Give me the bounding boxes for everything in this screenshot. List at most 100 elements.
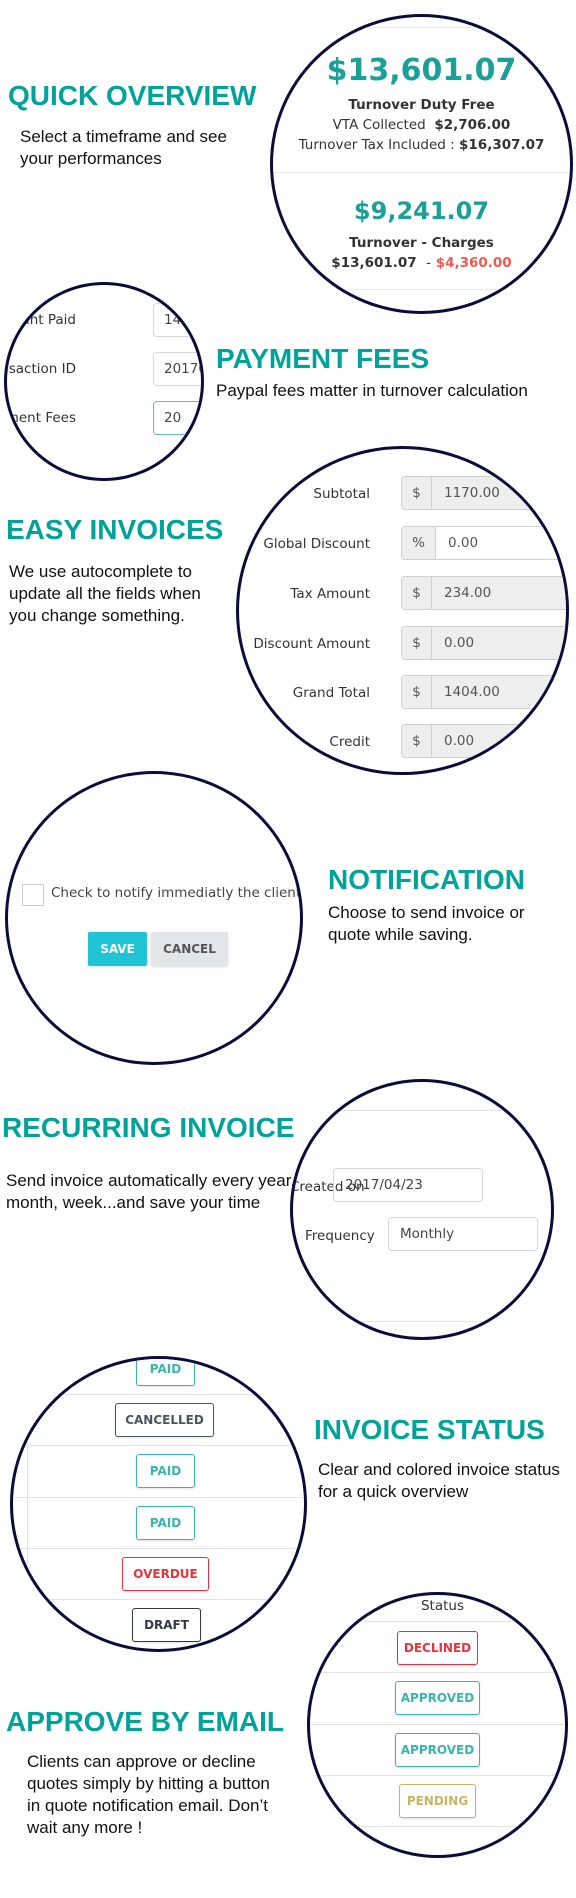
- row-divider: [310, 1621, 565, 1622]
- tax-included-row: Turnover Tax Included : $16,307.07: [273, 137, 570, 153]
- net-separator: -: [426, 255, 431, 271]
- created-on-input[interactable]: 2017/04/23: [333, 1168, 483, 1202]
- turnover-label: Turnover Duty Free: [273, 97, 570, 113]
- tax-included-label: Turnover Tax Included :: [298, 137, 455, 153]
- grand-total-value: 1404.00: [432, 676, 566, 708]
- global-discount-label: Global Discount: [263, 536, 370, 552]
- status-badge-paid: PAID: [136, 1454, 195, 1488]
- status-badge-cancelled: CANCELLED: [115, 1403, 214, 1437]
- row-divider: [310, 1672, 565, 1673]
- subtotal-label: Subtotal: [313, 486, 370, 502]
- divider: [273, 27, 570, 28]
- credit-field[interactable]: $ 0.00: [401, 724, 566, 758]
- discount-amount-value: 0.00: [432, 627, 566, 659]
- overview-description: Select a timeframe and see your performa…: [20, 127, 227, 168]
- invoice-status-description: Clear and colored invoice status for a q…: [318, 1460, 560, 1501]
- row-divider: [310, 1775, 565, 1776]
- net-amount: $9,241.07: [353, 197, 490, 225]
- invoices-zoom-circle: Subtotal $ 1170.00 Global Discount % 0.0…: [236, 446, 569, 775]
- frequency-select[interactable]: Monthly: [388, 1217, 538, 1251]
- notification-description: Choose to send invoice or quote while sa…: [328, 903, 525, 944]
- status-badge-overdue: OVERDUE: [122, 1557, 209, 1591]
- row-divider: [13, 1548, 304, 1549]
- discount-amount-field[interactable]: $ 0.00: [401, 626, 566, 660]
- net-breakdown: $13,601.07 - $4,360.00: [273, 255, 570, 271]
- turnover-amount: $13,601.07: [326, 53, 517, 88]
- notify-checkbox-label: Check to notify immediatly the client.: [51, 885, 303, 901]
- save-button[interactable]: SAVE: [88, 932, 147, 966]
- invoices-description: We use autocomplete to update all the fi…: [9, 562, 201, 625]
- transaction-id-input[interactable]: 20170423: [153, 352, 201, 386]
- divider: [273, 289, 570, 290]
- frequency-label: Frequency: [305, 1228, 375, 1244]
- status-badge-pending: PENDING: [399, 1784, 476, 1818]
- grand-total-field[interactable]: $ 1404.00: [401, 675, 566, 709]
- subtotal-field[interactable]: $ 1170.00: [401, 476, 566, 510]
- invoice-status-title: INVOICE STATUS: [314, 1414, 545, 1445]
- notification-zoom-circle: Check to notify immediatly the client. S…: [5, 771, 303, 1065]
- discount-amount-label: Discount Amount: [253, 636, 370, 652]
- amount-paid-label: Amount Paid: [7, 312, 76, 328]
- divider: [293, 1321, 551, 1322]
- row-divider: [13, 1599, 304, 1600]
- payment-fees-title: PAYMENT FEES: [216, 343, 430, 374]
- status-badge-approved: APPROVED: [395, 1681, 480, 1715]
- net-charges: $4,360.00: [435, 255, 512, 271]
- credit-label: Credit: [329, 734, 370, 750]
- previous-field[interactable]: [293, 1082, 522, 1111]
- recurring-description: Send invoice automatically every year, m…: [6, 1171, 296, 1212]
- invoices-title: EASY INVOICES: [6, 514, 224, 545]
- vta-label: VTA Collected: [332, 117, 426, 133]
- grand-total-label: Grand Total: [292, 685, 370, 701]
- recurring-zoom-circle: Created on 2017/04/23 Frequency Monthly: [290, 1079, 554, 1340]
- approve-description: Clients can approve or decline quotes si…: [27, 1752, 270, 1837]
- global-discount-value[interactable]: 0.00: [436, 527, 566, 559]
- vta-value: $2,706.00: [434, 117, 511, 133]
- subtotal-value: 1170.00: [432, 477, 566, 509]
- payment-fees-zoom-circle: Amount Paid 1404.00 Transaction ID 20170…: [4, 282, 204, 481]
- dollar-addon: $: [402, 627, 432, 659]
- transaction-id-label: Transaction ID: [7, 361, 76, 377]
- row-divider: [13, 1394, 304, 1395]
- invoice-status-zoom-circle: PAID CANCELLED PAID PAID OVERDUE DRAFT: [10, 1356, 307, 1652]
- recurring-title: RECURRING INVOICE: [2, 1112, 295, 1143]
- tax-included-value: $16,307.07: [459, 137, 545, 153]
- turnover-label-text: Turnover Duty Free: [348, 97, 495, 113]
- status-column-header: Status: [420, 1598, 465, 1614]
- percent-addon: %: [402, 527, 436, 559]
- cancel-button[interactable]: CANCEL: [151, 932, 228, 966]
- amount-paid-input[interactable]: 1404.00: [153, 303, 201, 337]
- approve-zoom-circle: Status DECLINED APPROVED APPROVED PENDIN…: [307, 1592, 568, 1858]
- payment-fees-input[interactable]: 20: [153, 401, 201, 435]
- net-label-text: Turnover - Charges: [349, 235, 494, 251]
- dollar-addon: $: [402, 577, 432, 609]
- divider: [273, 172, 570, 173]
- approve-title: APPROVE BY EMAIL: [6, 1706, 284, 1737]
- overview-zoom-circle: $13,601.07 Turnover Duty Free VTA Collec…: [270, 14, 573, 314]
- notification-title: NOTIFICATION: [328, 864, 526, 895]
- notify-checkbox[interactable]: [22, 884, 44, 906]
- credit-value: 0.00: [432, 725, 566, 757]
- row-divider: [310, 1826, 565, 1827]
- dollar-addon: $: [402, 725, 432, 757]
- dollar-addon: $: [402, 676, 432, 708]
- row-divider: [13, 1445, 304, 1446]
- dollar-addon: $: [402, 477, 432, 509]
- tax-amount-field[interactable]: $ 234.00: [401, 576, 566, 610]
- status-badge-draft: DRAFT: [132, 1608, 201, 1642]
- payment-fees-label: Payment Fees: [5, 410, 76, 426]
- status-badge-paid: PAID: [136, 1359, 195, 1386]
- column-divider: [27, 1359, 28, 1649]
- payment-fees-description: Paypal fees matter in turnover calculati…: [216, 381, 528, 400]
- row-divider: [13, 1497, 304, 1498]
- global-discount-field[interactable]: % 0.00: [401, 526, 566, 560]
- status-badge-approved: APPROVED: [395, 1733, 480, 1767]
- status-badge-paid: PAID: [136, 1506, 195, 1540]
- tax-amount-value: 234.00: [432, 577, 566, 609]
- row-divider: [310, 1724, 565, 1725]
- net-label: Turnover - Charges: [273, 235, 570, 251]
- tax-amount-label: Tax Amount: [290, 586, 370, 602]
- overview-title: QUICK OVERVIEW: [8, 80, 257, 111]
- status-badge-declined: DECLINED: [397, 1631, 478, 1665]
- vta-row: VTA Collected $2,706.00: [273, 117, 570, 133]
